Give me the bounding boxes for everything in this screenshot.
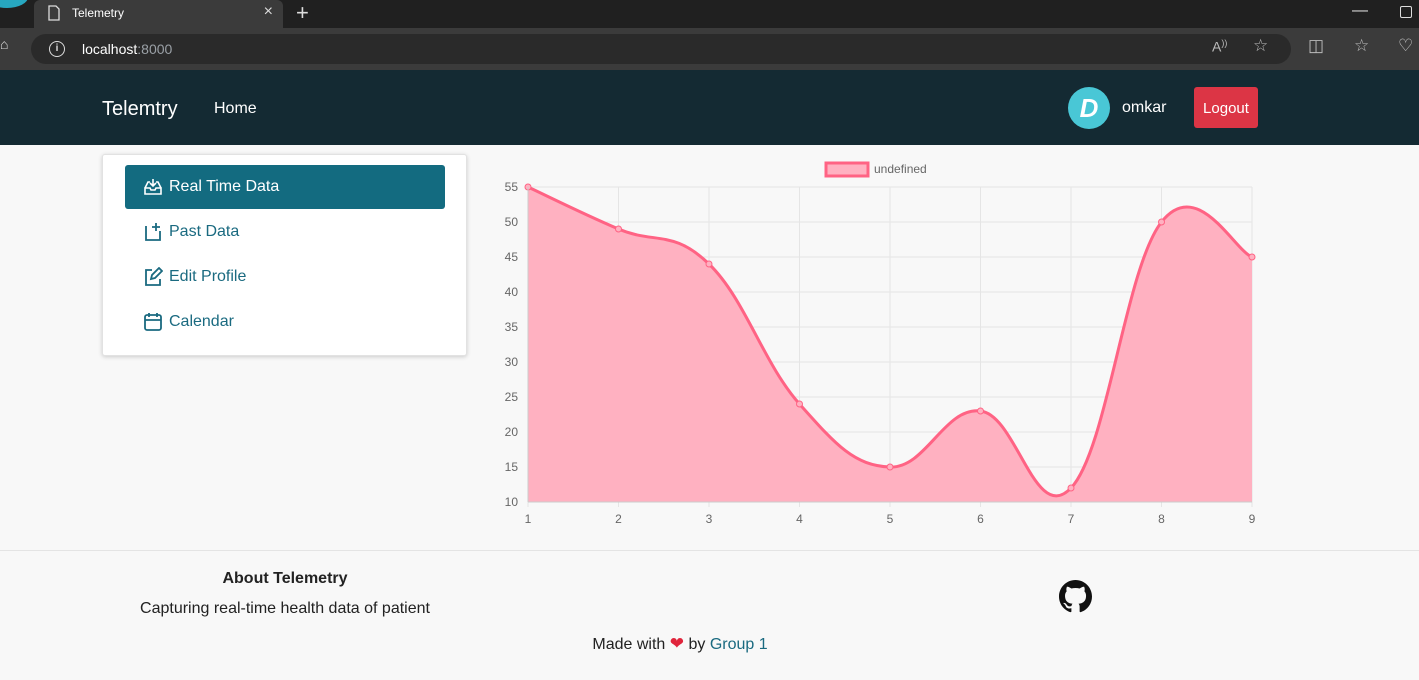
avatar[interactable]: D <box>1068 87 1110 129</box>
username: omkar <box>1122 99 1167 116</box>
health-extension-icon[interactable]: ♡ <box>1398 36 1413 56</box>
about-title: About Telemetry <box>222 570 348 587</box>
made-with-line: Made with ❤ by Group 1 <box>0 634 1360 654</box>
y-tick-label: 45 <box>505 250 519 264</box>
legend-label: undefined <box>874 162 927 176</box>
about-text: Capturing real-time health data of patie… <box>140 600 430 617</box>
x-tick-label: 1 <box>525 512 532 526</box>
minimize-icon[interactable]: — <box>1352 2 1368 20</box>
y-tick-label: 40 <box>505 285 519 299</box>
page-icon <box>48 5 60 21</box>
data-point <box>796 400 803 408</box>
brand-logo[interactable]: Telemtry <box>102 98 178 121</box>
home-icon[interactable]: ⌂ <box>0 36 8 52</box>
tab-title: Telemetry <box>72 6 125 20</box>
y-tick-label: 20 <box>505 425 519 439</box>
sidebar: Real Time Data Past Data Edit Profile Ca… <box>102 154 467 356</box>
y-tick-label: 25 <box>505 390 519 404</box>
add-calendar-icon <box>145 223 161 241</box>
sidebar-item-calendar[interactable]: Calendar <box>125 300 445 344</box>
browser-tab[interactable]: Telemetry × <box>34 0 283 28</box>
real-time-chart: 101520253035404550551 2 3 4 5 6 7 8 9undefined <box>505 161 1256 526</box>
info-icon[interactable]: i <box>49 41 65 57</box>
data-point <box>705 260 713 268</box>
restore-icon[interactable] <box>1400 6 1412 18</box>
data-point <box>1158 218 1165 226</box>
data-point <box>615 225 622 233</box>
data-point <box>886 463 894 471</box>
group-link[interactable]: Group 1 <box>710 636 768 653</box>
browser-profile-icon[interactable] <box>0 0 28 8</box>
x-tick-label: 6 <box>977 512 984 526</box>
x-tick-label: 2 <box>615 512 622 526</box>
browser-tab-bar: Telemetry × + — <box>0 0 1419 28</box>
heart-icon: ❤ <box>669 634 684 653</box>
sidebar-item-label: Edit Profile <box>169 268 247 285</box>
edit-icon <box>145 267 163 286</box>
read-aloud-icon[interactable]: A)) <box>1212 38 1227 55</box>
favorites-icon[interactable]: ☆ <box>1354 36 1369 56</box>
address-bar[interactable]: i localhost:8000 <box>31 34 1291 64</box>
logout-button[interactable]: Logout <box>1194 87 1258 128</box>
x-tick-label: 9 <box>1249 512 1256 526</box>
data-point <box>1067 484 1075 492</box>
close-tab-icon[interactable]: × <box>264 4 273 20</box>
y-tick-label: 55 <box>505 180 519 194</box>
new-tab-icon[interactable]: + <box>296 2 309 24</box>
nav-home-link[interactable]: Home <box>214 100 257 118</box>
sidebar-item-label: Calendar <box>169 313 234 330</box>
sidebar-item-label: Past Data <box>169 223 240 240</box>
y-tick-label: 30 <box>505 355 519 369</box>
y-tick-label: 50 <box>505 215 519 229</box>
x-tick-label: 7 <box>1068 512 1075 526</box>
github-icon[interactable] <box>1059 580 1092 613</box>
footer-divider <box>0 550 1419 551</box>
calendar-icon <box>144 313 162 331</box>
x-tick-label: 5 <box>887 512 894 526</box>
sidebar-item-real-time-data[interactable]: Real Time Data <box>125 165 445 209</box>
x-tick-label: 3 <box>706 512 713 526</box>
sidebar-item-edit-profile[interactable]: Edit Profile <box>125 255 445 299</box>
data-point <box>1248 253 1256 261</box>
url-text: localhost:8000 <box>82 41 172 57</box>
x-tick-label: 4 <box>796 512 803 526</box>
legend-swatch <box>824 161 870 178</box>
sidebar-item-past-data[interactable]: Past Data <box>125 210 445 254</box>
inbox-icon <box>144 179 162 195</box>
by-text: by <box>688 636 706 653</box>
address-bar-row: ⌂ i localhost:8000 A)) ☆ ◫ ☆ ♡ <box>0 28 1419 70</box>
x-tick-label: 8 <box>1158 512 1165 526</box>
y-tick-label: 15 <box>505 460 519 474</box>
data-point <box>977 407 984 415</box>
favorite-star-icon[interactable]: ☆ <box>1253 36 1268 56</box>
y-tick-label: 10 <box>505 495 519 509</box>
url-port: :8000 <box>137 41 173 57</box>
made-with-text: Made with <box>592 636 666 653</box>
sidebar-item-label: Real Time Data <box>169 178 280 195</box>
y-tick-label: 35 <box>505 320 519 334</box>
url-host: localhost <box>82 41 138 57</box>
split-screen-icon[interactable]: ◫ <box>1308 36 1324 56</box>
